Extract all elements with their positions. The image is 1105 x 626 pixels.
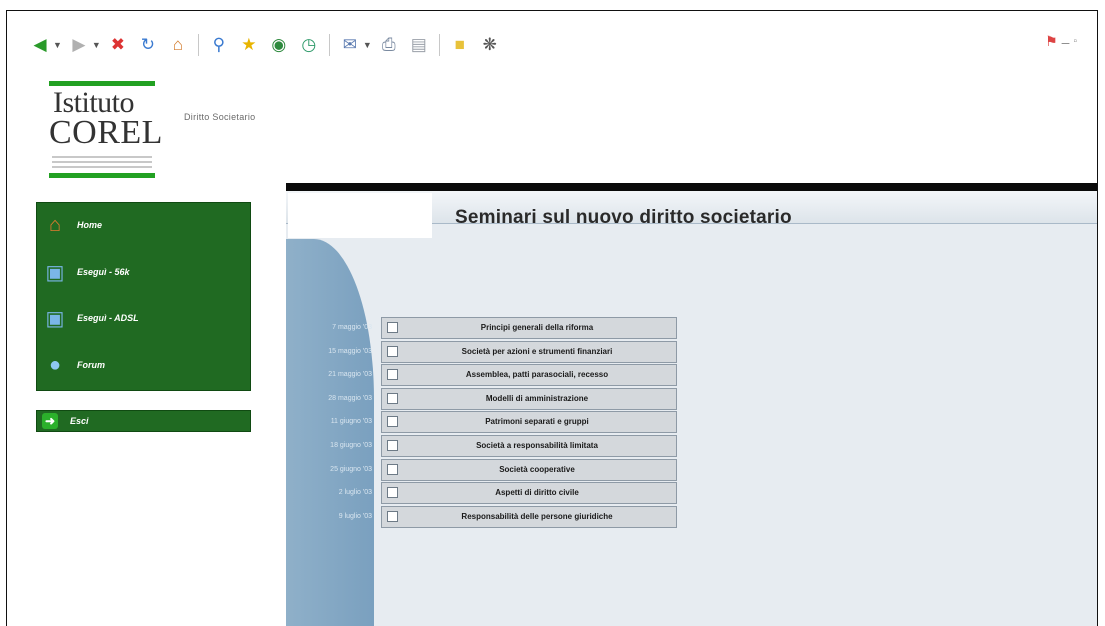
minimize-icon[interactable]: – (1062, 34, 1070, 50)
page-title: Seminari sul nuovo diritto societario (455, 207, 792, 228)
seminar-date: 2 luglio '03 (338, 489, 372, 497)
print-icon[interactable]: ⎙ (376, 32, 402, 58)
seminar-button[interactable]: Patrimoni separati e gruppi (381, 411, 677, 434)
chevron-down-icon[interactable]: ▼ (363, 40, 372, 50)
sidebar-item-esegui-adsl[interactable]: ▣ Eseguì - ADSL (37, 298, 252, 338)
seminar-date: 9 luglio '03 (338, 512, 372, 520)
chevron-down-icon[interactable]: ▼ (53, 40, 62, 50)
sidebar-item-label: Eseguì - ADSL (77, 313, 139, 323)
seminar-button[interactable]: Responsabilità delle persone giuridiche (381, 505, 677, 528)
seminar-label: Aspetti di diritto civile (495, 488, 579, 498)
exit-label: Esci (70, 416, 89, 426)
exit-arrow-icon: ➜ (42, 413, 58, 429)
sidebar-item-home[interactable]: ⌂ Home (37, 205, 252, 245)
toolbar-divider (197, 34, 199, 56)
sidebar-item-label: Forum (77, 360, 105, 370)
seminar-date: 28 maggio '03 (328, 394, 372, 402)
logo-fine-print (52, 156, 152, 158)
seminar-checkbox[interactable] (387, 510, 398, 522)
seminar-button[interactable]: Principi generali della riforma (381, 317, 677, 339)
seminar-row: 15 maggio '03 Società per azioni e strume… (286, 340, 686, 363)
logo-text-corel: COREL (49, 114, 163, 151)
browser-window: ◀ ▼ ▶ ▼ ✖ ↻ ⌂ ⚲ ★ ◉ ◷ ✉ ▼ ⎙ ▤ ■ ❋ ⚑ – ▫ … (6, 10, 1098, 626)
computer-icon: ▣ (45, 307, 65, 330)
seminar-checkbox[interactable] (387, 487, 398, 499)
seminar-checkbox[interactable] (387, 440, 398, 451)
search-icon[interactable]: ⚲ (206, 32, 232, 58)
computer-icon: ▣ (45, 261, 65, 284)
seminar-button[interactable]: Società cooperative (381, 458, 677, 481)
seminar-button[interactable]: Modelli di amministrazione (381, 387, 677, 410)
seminar-label: Responsabilità delle persone giuridiche (461, 511, 613, 521)
seminar-date: 18 giugno '03 (330, 442, 372, 449)
forum-icon: ● (48, 353, 62, 376)
seminar-button[interactable]: Aspetti di diritto civile (381, 482, 677, 505)
mail-icon[interactable]: ✉ (337, 32, 363, 58)
seminar-label: Principi generali della riforma (480, 323, 594, 332)
media-icon[interactable]: ◉ (266, 32, 292, 58)
seminar-date: 15 maggio '03 (328, 347, 372, 355)
seminar-checkbox[interactable] (387, 416, 398, 428)
seminar-row: 9 luglio '03 Responsabilità delle persone… (286, 505, 686, 528)
seminar-date: 25 giugno '03 (330, 465, 372, 473)
seminar-button[interactable]: Assemblea, patti parasociali, recesso (381, 364, 677, 387)
sidebar-item-forum[interactable]: ● Forum (37, 345, 252, 385)
back-icon[interactable]: ◀ (27, 32, 53, 58)
folder-icon[interactable]: ■ (447, 32, 473, 58)
restore-icon[interactable]: ▫ (1073, 36, 1077, 47)
seminar-label: Società cooperative (499, 464, 575, 474)
toolbar-divider (438, 34, 440, 56)
seminar-date: 7 maggio '03 (332, 324, 372, 331)
seminar-date: 21 maggio '03 (328, 371, 372, 379)
home-icon: ⌂ (48, 213, 62, 236)
seminar-button[interactable]: Società per azioni e strumenti finanziar… (381, 340, 677, 363)
sidebar-item-label: Home (77, 220, 103, 230)
exit-button[interactable]: ➜ Esci (36, 410, 251, 432)
home-icon[interactable]: ⌂ (165, 32, 191, 58)
edit-icon[interactable]: ▤ (406, 32, 432, 58)
seminar-row: 7 maggio '03 Principi generali della rifo… (286, 317, 686, 339)
seminar-row: 21 maggio '03 Assemblea, patti parasocial… (286, 364, 686, 387)
seminar-checkbox[interactable] (387, 345, 398, 357)
seminar-label: Società per azioni e strumenti finanziar… (461, 346, 613, 356)
seminar-row: 11 giugno '03 Patrimoni separati e gruppi (286, 411, 686, 434)
seminar-row: 25 giugno '03 Società cooperative (286, 458, 686, 481)
seminar-label: Società a responsabilità limitata (476, 441, 598, 450)
refresh-icon[interactable]: ↻ (135, 32, 161, 58)
forward-icon[interactable]: ▶ (66, 32, 92, 58)
settings-icon[interactable]: ❋ (477, 32, 503, 58)
content-top-bar (286, 183, 1097, 191)
logo-bottom-bar (49, 173, 155, 178)
browser-toolbar: ◀ ▼ ▶ ▼ ✖ ↻ ⌂ ⚲ ★ ◉ ◷ ✉ ▼ ⎙ ▤ ■ ❋ (27, 29, 503, 61)
sidebar-nav: ⌂ Home ▣ Eseguì - 56k ▣ Eseguì - ADSL ● … (36, 202, 251, 391)
sidebar-item-esegui-56k[interactable]: ▣ Eseguì - 56k (37, 252, 252, 292)
main-content-panel: Seminari sul nuovo diritto societario 7 … (286, 183, 1097, 626)
windows-logo-icon: ⚑ (1045, 33, 1058, 49)
logo: Istituto COREL (49, 81, 162, 181)
logo-fine-print (52, 161, 152, 163)
section-label[interactable]: Diritto Societario (184, 112, 255, 122)
seminar-label: Assemblea, patti parasociali, recesso (465, 370, 609, 380)
chevron-down-icon[interactable]: ▼ (92, 40, 101, 50)
toolbar-divider (328, 34, 330, 56)
seminar-checkbox[interactable] (387, 392, 398, 404)
window-controls: ⚑ – ▫ (1045, 33, 1077, 50)
stop-icon[interactable]: ✖ (105, 32, 131, 58)
seminar-checkbox[interactable] (387, 369, 398, 381)
history-icon[interactable]: ◷ (296, 32, 322, 58)
seminar-date: 11 giugno '03 (330, 418, 372, 426)
seminar-button[interactable]: Società a responsabilità limitata (381, 435, 677, 457)
seminar-checkbox[interactable] (387, 322, 398, 333)
seminar-row: 2 luglio '03 Aspetti di diritto civile (286, 482, 686, 505)
logo-fine-print (52, 166, 152, 168)
title-white-box (288, 193, 432, 238)
sidebar-item-label: Eseguì - 56k (77, 267, 130, 277)
favorites-icon[interactable]: ★ (236, 32, 262, 58)
seminar-label: Patrimoni separati e gruppi (485, 417, 589, 427)
seminar-label: Modelli di amministrazione (485, 393, 589, 403)
seminar-row: 28 maggio '03 Modelli di amministrazione (286, 387, 686, 410)
seminar-checkbox[interactable] (387, 463, 398, 475)
seminar-row: 18 giugno '03 Società a responsabilità li… (286, 435, 686, 457)
